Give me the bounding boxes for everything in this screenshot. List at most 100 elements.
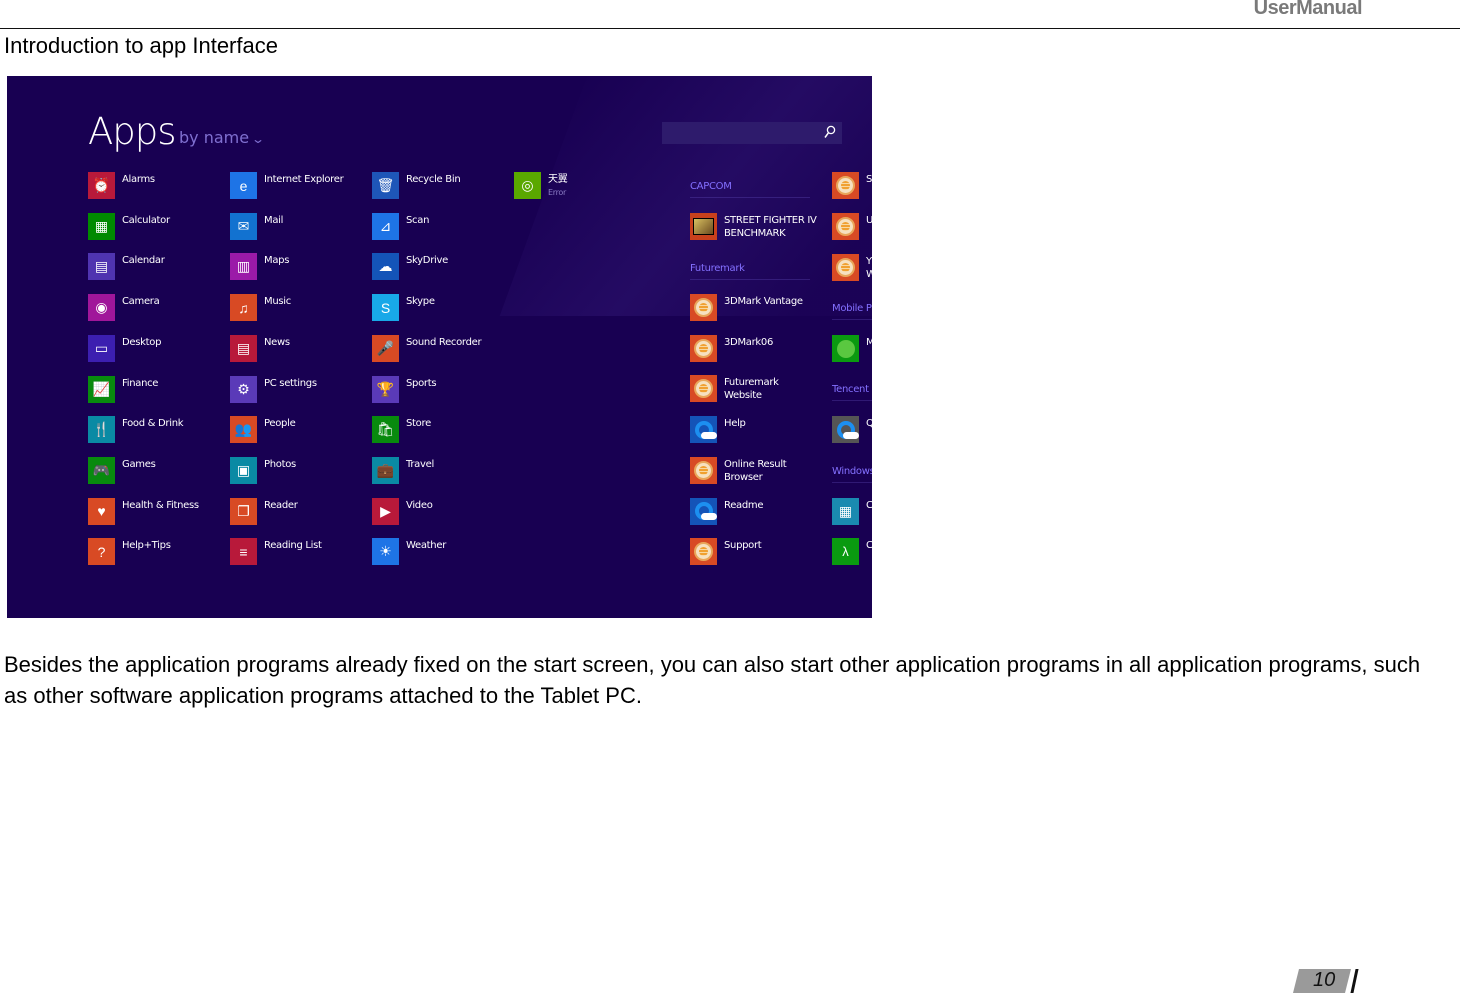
app-label: Travel [406,458,434,471]
app-list-item[interactable]: 👥 People [230,416,296,444]
body-paragraph: Besides the application programs already… [4,652,1421,708]
app-label-text: News [264,336,290,348]
app-label-text: Photos [264,458,296,470]
app-tile-icon [832,254,859,281]
app-label: News [264,336,290,349]
app-tile-icon [832,335,859,362]
app-tile-icon: ▣ [230,456,257,484]
help-question-icon: ? [97,543,106,560]
app-list-item[interactable]: ▤ News [230,334,290,362]
app-list-item[interactable]: Readme [690,497,764,525]
app-list-item[interactable]: 🗑 Recycle Bin [372,172,461,199]
app-list-item[interactable]: λC [832,538,872,565]
app-label: C [866,539,872,552]
app-list-item[interactable]: ▦ Calculator [88,212,170,240]
app-list-item[interactable]: Help [690,416,746,444]
app-tile-icon: ♫ [230,294,257,322]
app-tile-icon [832,172,859,199]
app-list-item[interactable]: ⏰ Alarms [88,172,155,199]
app-list-item[interactable]: U [832,213,872,240]
app-label-text: Reading List [264,540,322,552]
app-list-item[interactable]: ♫ Music [230,294,291,322]
app-list-item[interactable]: 3DMark Vantage [690,294,803,321]
app-label: C [866,499,872,512]
sort-by-dropdown[interactable]: by name ⌄ [179,128,265,147]
app-label-text: Sports [406,377,437,389]
app-label-text: Video [406,499,433,511]
app-tile-icon [690,334,717,362]
app-label: Photos [264,458,296,471]
app-label: Calendar [122,254,165,267]
app-label: Online Result Browser [724,458,787,484]
app-label-text: U [866,215,872,226]
app-list-item[interactable]: M [832,335,872,362]
app-list-item[interactable]: Support [690,538,762,566]
qq-browser-icon [694,502,717,520]
mail-envelope-icon: ✉ [237,217,250,234]
recycle-bin-icon: 🗑 [376,177,395,193]
app-list-item[interactable]: STREET FIGHTER IV BENCHMARK [690,213,817,240]
app-tile-icon [690,416,717,444]
app-list-item[interactable]: Online Result Browser [690,456,787,484]
app-label: Desktop [122,336,161,349]
app-list-item[interactable]: ◎ 天翼 Error [514,172,568,199]
app-tile-icon: ♥ [88,497,115,525]
app-label: Maps [264,254,289,267]
app-list-item[interactable]: ▥ Maps [230,253,289,281]
app-list-item[interactable]: ♥ Health & Fitness [88,497,199,525]
mobile-partner-icon [836,339,855,358]
app-label-text: Sound Recorder [406,336,482,348]
app-list-item[interactable]: ▭ Desktop [88,334,161,362]
app-tile-icon [690,213,717,240]
app-label: SkyDrive [406,254,448,267]
app-list-item[interactable]: ▤ Calendar [88,253,165,281]
app-tile-icon: 🎤 [372,334,399,362]
app-list-item[interactable]: Y W [832,254,872,281]
app-list-item[interactable]: 🏆 Sports [372,375,437,403]
app-label-text: Reader [264,499,298,511]
app-label-text: Skype [406,296,435,308]
app-list-item[interactable]: S [832,172,872,199]
app-list-item[interactable]: ☀ Weather [372,538,446,566]
app-list-item[interactable]: ☁ SkyDrive [372,253,448,281]
app-list-item[interactable]: S Skype [372,294,435,322]
app-list-item[interactable]: ▣ Photos [230,456,296,484]
app-list-item[interactable]: e Internet Explorer [230,172,344,199]
app-list-item[interactable]: ▶ Video [372,497,433,525]
sun-icon: ☀ [379,543,392,560]
app-list-item[interactable]: 3DMark06 [690,334,773,362]
app-list-item[interactable]: Q [832,416,872,443]
app-list-item[interactable]: 🎮 Games [88,456,156,484]
search-icon[interactable] [824,125,836,139]
app-label: S [866,173,872,186]
app-list-item[interactable]: 🍴 Food & Drink [88,416,184,444]
app-list-item[interactable]: 🛍 Store [372,416,431,444]
app-group-header[interactable]: CAPCOM [690,181,732,192]
app-list-item[interactable]: ◉ Camera [88,294,160,322]
app-list-item[interactable]: 💼 Travel [372,456,434,484]
food-drink-icon: 🍴 [92,421,111,438]
app-label-text: 3DMark Vantage [724,296,803,307]
app-group-header[interactable]: Mobile P [832,303,872,314]
app-list-item[interactable]: ❐ Reader [230,497,298,525]
app-tile-icon: ≡ [230,538,257,566]
app-group-header[interactable]: Futuremark [690,263,745,274]
app-list-item[interactable]: ▦ C [832,498,872,525]
app-label: U [866,214,872,227]
app-list-item[interactable]: Futuremark Website [690,375,779,403]
app-list-item[interactable]: ⚙ PC settings [230,375,317,403]
app-label-text: SkyDrive [406,255,448,267]
app-group-header[interactable]: Tencent [832,384,869,395]
calculator-icon: ▦ [94,217,109,234]
search-input[interactable] [662,122,842,144]
app-tile-icon [832,416,859,443]
app-list-item[interactable]: ⊿ Scan [372,212,429,240]
app-list-item[interactable]: ≡ Reading List [230,538,322,566]
app-group-header[interactable]: Windows [832,466,872,477]
app-list-item[interactable]: 🎤 Sound Recorder [372,334,482,362]
app-list-item[interactable]: ✉ Mail [230,212,283,240]
app-list-item[interactable]: 📈 Finance [88,375,158,403]
app-label: Mail [264,214,283,227]
app-label: 3DMark06 [724,336,773,349]
app-list-item[interactable]: ? Help+Tips [88,538,171,566]
